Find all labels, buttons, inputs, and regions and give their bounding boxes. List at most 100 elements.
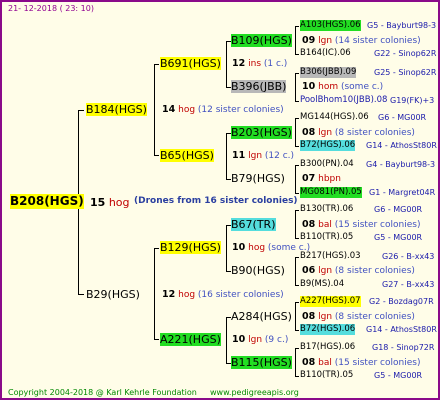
queen-poolbhom10[interactable]: PoolBhom10(JBB).08 <box>300 95 387 106</box>
queen-a227[interactable]: A227(HGS).07 <box>300 296 361 307</box>
hog-label: lgn <box>248 151 263 161</box>
count: 12 <box>232 58 246 69</box>
site-link[interactable]: www.pedigreeapis.org <box>210 388 299 397</box>
queen-b110[interactable]: B110(TR).05 <box>300 370 353 381</box>
connector <box>295 118 296 147</box>
queen-b306[interactable]: B306(JBB).09 <box>300 67 357 78</box>
queen-b130[interactable]: B130(TR).06 <box>300 204 353 215</box>
drone-count: 12 ins (1 c.) <box>232 58 287 70</box>
queen-a284[interactable]: A284(HGS) <box>231 310 292 323</box>
hog-label: hbpn <box>318 174 341 184</box>
root-drone-count: 15 hog <box>90 196 130 209</box>
drone-count: 10 hom (some c.) <box>302 81 383 93</box>
queen-b110[interactable]: B110(TR).05 <box>300 232 353 243</box>
connector <box>154 248 159 249</box>
queen-b90[interactable]: B90(HGS) <box>231 264 285 277</box>
count: 08 <box>302 219 316 230</box>
hog-label: lgn <box>248 335 263 345</box>
queen-b29[interactable]: B29(HGS) <box>86 288 140 301</box>
queen-b9[interactable]: B9(MS).04 <box>300 279 344 290</box>
hog-label: bal <box>318 358 332 368</box>
drone-count: 09 lgn (14 sister colonies) <box>302 35 421 47</box>
queen-b300[interactable]: B300(PN).04 <box>300 159 354 170</box>
drone-count: 08 bal (15 sister colonies) <box>302 219 420 231</box>
count: 09 <box>302 35 316 46</box>
count: 08 <box>302 127 316 138</box>
connector <box>295 193 299 194</box>
copyright: Copyright 2004-2018 @ Karl Kehrle Founda… <box>8 388 197 397</box>
count: 10 <box>232 242 246 253</box>
connector <box>295 302 299 303</box>
hog-label: hog <box>248 243 266 253</box>
queen-b17[interactable]: B17(HGS).06 <box>300 342 355 353</box>
connector <box>154 155 159 156</box>
lineage-info: G5 - MG00R <box>374 233 423 242</box>
drone-count: 08 bal (15 sister colonies) <box>302 357 420 369</box>
sister-note: (15 sister colonies) <box>334 358 421 368</box>
queen-b109[interactable]: B109(HGS) <box>231 34 292 47</box>
connector <box>154 64 159 65</box>
hog-label: lgn <box>318 36 333 46</box>
queen-b203[interactable]: B203(HGS) <box>231 126 292 139</box>
sister-note: (some c.) <box>340 82 384 92</box>
lineage-info: G6 - MG00R <box>378 113 427 122</box>
connector <box>154 64 155 156</box>
queen-b72[interactable]: B72(HGS).06 <box>300 140 356 151</box>
hog-label: hog <box>178 105 196 115</box>
connector <box>226 317 227 364</box>
lineage-info: G14 - AthosSt80R <box>366 325 437 334</box>
lineage-info: G14 - AthosSt80R <box>366 141 437 150</box>
drone-count: 06 lgn (8 sister colonies) <box>302 265 415 277</box>
hog-label: lgn <box>318 128 333 138</box>
sister-note: (15 sister colonies) <box>334 220 421 230</box>
connector <box>226 133 227 180</box>
connector <box>295 165 299 166</box>
queen-mg081[interactable]: MG081(PN).05 <box>300 187 362 198</box>
queen-b79[interactable]: B79(HGS) <box>231 172 285 185</box>
drone-count: 08 lgn (8 sister colonies) <box>302 311 415 323</box>
root-queen[interactable]: B208(HGS) <box>10 194 84 209</box>
hog-label: hom <box>318 82 339 92</box>
lineage-info: G18 - Sinop72R <box>372 343 435 352</box>
connector <box>295 210 299 211</box>
connector <box>295 73 299 74</box>
connector <box>154 339 159 340</box>
drones-note: (Drones from 16 sister colonies) <box>134 196 298 206</box>
connector <box>295 330 299 331</box>
queen-b65[interactable]: B65(HGS) <box>160 149 214 162</box>
queen-b164[interactable]: B164(IC).06 <box>300 48 351 59</box>
queen-b217[interactable]: B217(HGS).03 <box>300 251 361 262</box>
queen-b115[interactable]: B115(HGS) <box>231 356 292 369</box>
connector <box>295 302 296 331</box>
queen-b691[interactable]: B691(HGS) <box>160 57 221 70</box>
hog-label: hog <box>178 290 196 300</box>
count: 08 <box>302 311 316 322</box>
lineage-info: G5 - Bayburt98-3 <box>367 21 437 30</box>
connector <box>295 101 299 102</box>
count: 08 <box>302 357 316 368</box>
drone-count: 10 hog (some c.) <box>232 242 310 254</box>
queen-b129[interactable]: B129(HGS) <box>160 241 221 254</box>
count: 11 <box>232 150 246 161</box>
drone-count: 14 hog (12 sister colonies) <box>162 104 284 116</box>
queen-b184[interactable]: B184(HGS) <box>86 103 147 116</box>
queen-b72[interactable]: B72(HGS).06 <box>300 324 356 335</box>
drone-count: 12 hog (16 sister colonies) <box>162 289 284 301</box>
hog-label: hog <box>108 196 130 209</box>
connector <box>78 110 84 111</box>
queen-mg144[interactable]: MG144(HGS).06 <box>300 112 369 123</box>
sister-note: (8 sister colonies) <box>334 128 415 138</box>
queen-b396[interactable]: B396(JBB) <box>231 80 287 93</box>
queen-b67[interactable]: B67(TR) <box>231 218 276 231</box>
queen-a221[interactable]: A221(HGS) <box>160 333 221 346</box>
drone-count: 11 lgn (12 c.) <box>232 150 294 162</box>
count: 10 <box>232 334 246 345</box>
connector <box>295 257 296 286</box>
connector <box>295 26 296 55</box>
lineage-info: G4 - Bayburt98-3 <box>366 160 436 169</box>
hog-label: lgn <box>318 312 333 322</box>
count: 12 <box>162 289 176 300</box>
connector <box>295 257 299 258</box>
count: 07 <box>302 173 316 184</box>
queen-a103[interactable]: A103(HGS).06 <box>300 20 361 31</box>
